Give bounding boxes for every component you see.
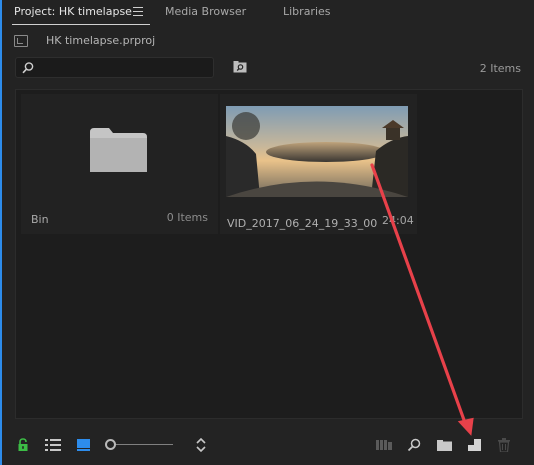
bottom-toolbar xyxy=(2,432,534,460)
find-button[interactable] xyxy=(403,432,425,458)
active-tab-underline xyxy=(12,24,150,25)
trash-icon xyxy=(498,438,510,452)
clip-name: VID_2017_06_24_19_33_00_... xyxy=(227,217,377,230)
icon-view-icon xyxy=(76,439,90,451)
tab-media-browser[interactable]: Media Browser xyxy=(165,5,246,21)
new-search-bin-icon[interactable] xyxy=(233,61,247,73)
folder-icon xyxy=(90,128,147,172)
items-count: 2 Items xyxy=(479,62,521,75)
lock-icon xyxy=(18,438,28,451)
sort-button[interactable] xyxy=(190,432,212,458)
automate-to-sequence-button[interactable] xyxy=(373,432,395,458)
panel-focus-accent xyxy=(0,0,2,465)
clip-item-card[interactable]: VID_2017_06_24_19_33_00_... 24:04 xyxy=(220,94,417,234)
project-file-icon xyxy=(14,35,28,47)
new-item-button[interactable] xyxy=(463,432,485,458)
list-view-icon xyxy=(45,439,61,451)
zoom-slider-track[interactable] xyxy=(115,444,173,445)
sort-icon xyxy=(196,438,206,452)
automate-to-sequence-icon xyxy=(376,440,392,450)
icon-view-button[interactable] xyxy=(72,432,94,458)
search-icon xyxy=(22,62,34,74)
list-view-button[interactable] xyxy=(42,432,64,458)
clip-thumbnail xyxy=(226,106,408,197)
bin-name: Bin xyxy=(31,213,49,226)
find-icon xyxy=(407,438,421,452)
zoom-slider-knob[interactable] xyxy=(105,439,116,450)
tab-libraries[interactable]: Libraries xyxy=(283,5,331,21)
search-field[interactable] xyxy=(15,57,214,78)
bin-item-count: 0 Items xyxy=(166,211,208,224)
clip-duration: 24:04 xyxy=(382,214,414,227)
new-bin-button[interactable] xyxy=(433,432,455,458)
new-bin-icon xyxy=(436,439,452,451)
panel-tab-bar: Project: HK timelapse Media Browser Libr… xyxy=(2,0,534,26)
tab-project[interactable]: Project: HK timelapse xyxy=(14,5,132,21)
project-panel: Project: HK timelapse Media Browser Libr… xyxy=(0,0,534,465)
search-input[interactable] xyxy=(38,60,208,75)
project-file-name: HK timelapse.prproj xyxy=(46,34,156,47)
bin-item-card[interactable]: Bin 0 Items xyxy=(21,94,218,234)
project-items-grid: Bin 0 Items VID_2017_06_24_19_33_00_... … xyxy=(15,89,523,419)
panel-menu-icon[interactable] xyxy=(133,7,143,16)
new-item-icon xyxy=(467,439,481,451)
clear-button[interactable] xyxy=(493,432,515,458)
lock-button[interactable] xyxy=(12,432,34,458)
